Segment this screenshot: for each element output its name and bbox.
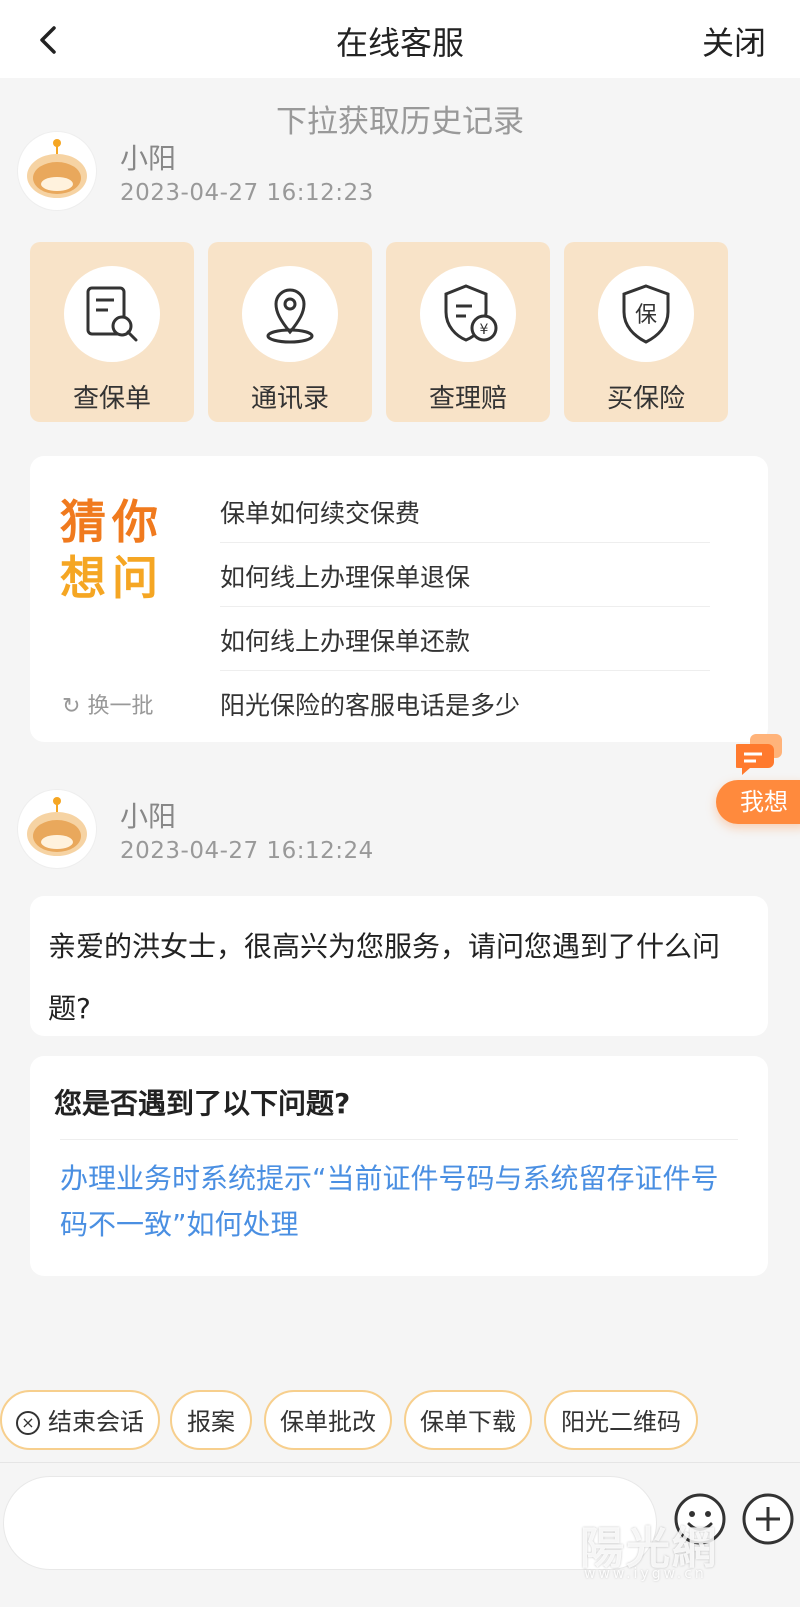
problem-link[interactable]: 办理业务时系统提示“当前证件号码与系统留存证件号码不一致”如何处理 (60, 1156, 738, 1248)
problem-card: 您是否遇到了以下问题? 办理业务时系统提示“当前证件号码与系统留存证件号码不一致… (30, 1056, 768, 1276)
close-button[interactable]: 关闭 (702, 18, 766, 64)
claim-shield-icon: ¥ (420, 266, 516, 362)
pull-history-hint[interactable]: 下拉获取历史记录 (0, 96, 800, 141)
guess-questions-card: 猜你 想问 ↻ 换一批 保单如何续交保费 如何线上办理保单退保 如何线上办理保单… (30, 456, 768, 742)
location-pin-icon (242, 266, 338, 362)
question-item[interactable]: 如何线上办理保单还款 (220, 622, 710, 658)
policy-search-icon (64, 266, 160, 362)
divider (220, 606, 710, 607)
quick-action-label: 通讯录 (250, 384, 329, 414)
svg-text:保: 保 (635, 303, 657, 328)
divider (220, 670, 710, 671)
message-time: 2023-04-27 16:12:24 (120, 838, 374, 864)
message-input[interactable] (4, 1477, 656, 1569)
refresh-icon: ↻ (62, 694, 81, 719)
svg-text:¥: ¥ (480, 322, 489, 338)
report-case-chip[interactable]: 报案 (170, 1390, 252, 1450)
sender-name: 小阳 (120, 142, 177, 175)
quick-action-policy[interactable]: 查保单 (30, 242, 194, 422)
problem-title: 您是否遇到了以下问题? (54, 1087, 351, 1120)
quick-action-label: 查保单 (72, 384, 151, 414)
question-item[interactable]: 保单如何续交保费 (220, 494, 710, 530)
page-title: 在线客服 (335, 24, 464, 62)
quick-action-contacts[interactable]: 通讯录 (208, 242, 372, 422)
question-item[interactable]: 如何线上办理保单退保 (220, 558, 710, 594)
watermark-url: www.iygw.cn (584, 1566, 707, 1582)
divider (220, 542, 710, 543)
insurance-shield-icon: 保 (598, 266, 694, 362)
message-text: 亲爱的洪女士，很高兴为您服务，请问您遇到了什么问题? (48, 930, 721, 1025)
policy-change-chip[interactable]: 保单批改 (264, 1390, 392, 1450)
quick-action-claims[interactable]: ¥ 查理赔 (386, 242, 550, 422)
guess-title: 猜你 想问 (60, 495, 164, 605)
question-item[interactable]: 阳光保险的客服电话是多少 (220, 686, 710, 722)
close-circle-icon: × (16, 1411, 40, 1435)
sunshine-qrcode-chip[interactable]: 阳光二维码 (544, 1390, 698, 1450)
avatar (18, 790, 96, 868)
refresh-button[interactable]: ↻ 换一批 (62, 688, 153, 720)
divider (60, 1139, 738, 1140)
policy-download-chip[interactable]: 保单下载 (404, 1390, 532, 1450)
end-session-chip[interactable]: × 结束会话 (0, 1390, 160, 1450)
quick-action-label: 查理赔 (428, 384, 507, 414)
message-time: 2023-04-27 16:12:23 (120, 180, 374, 206)
message-bubble: 亲爱的洪女士，很高兴为您服务，请问您遇到了什么问题? (30, 896, 768, 1036)
quick-action-label: 买保险 (606, 384, 685, 414)
plus-icon[interactable] (740, 1491, 796, 1547)
quick-action-buy[interactable]: 保 买保险 (564, 242, 728, 422)
sender-name: 小阳 (120, 800, 177, 833)
header-bar: 在线客服 关闭 (0, 0, 800, 78)
floating-ask-button[interactable]: 我想 (716, 780, 800, 824)
chat-bubble-icon[interactable] (732, 734, 784, 778)
avatar (18, 132, 96, 210)
